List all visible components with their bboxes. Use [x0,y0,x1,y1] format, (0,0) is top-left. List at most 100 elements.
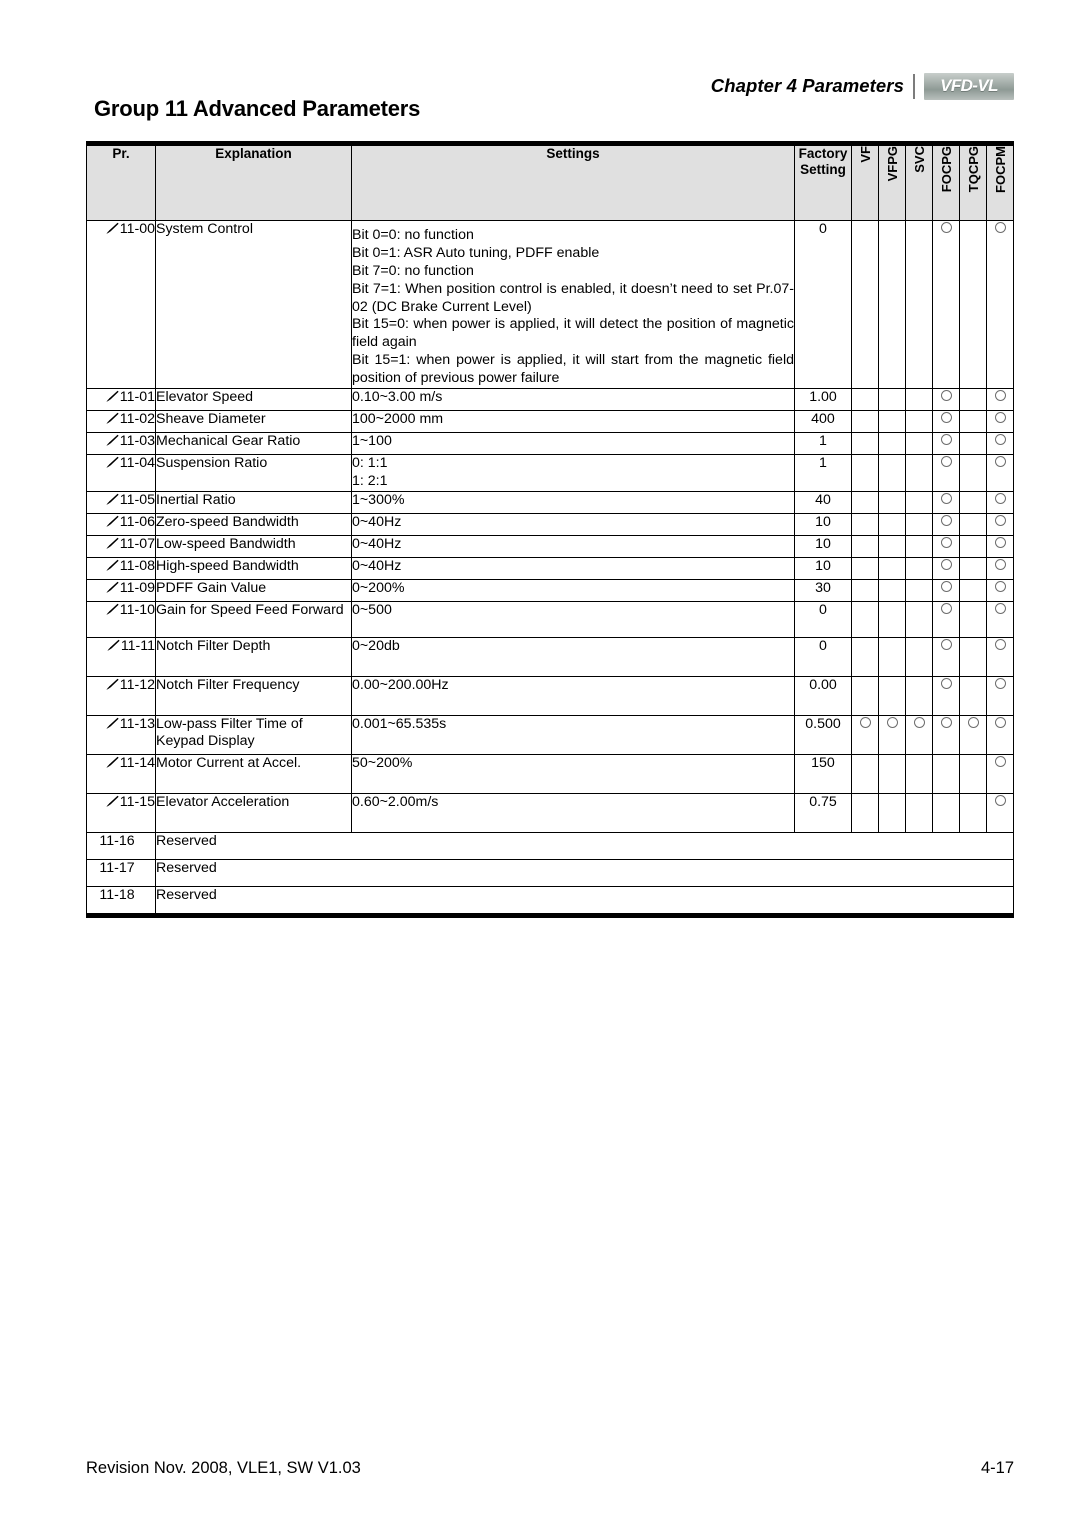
mode-cell-focpg [932,556,960,580]
mode-cell-vfpg [878,578,906,602]
pr-cell: 11-12 [86,675,156,716]
mode-cell-vfpg [878,454,906,492]
mode-cell-focpg [932,792,960,833]
mode-cell-focpg [932,534,960,558]
mode-cell-focpg [932,432,960,456]
mode-cell-svc [905,600,933,638]
pr-number: 11-05 [119,491,155,508]
mode-supported-circle [994,638,1006,650]
settings-line: 1: 2:1 [352,472,388,489]
mode-cell-focpg [932,410,960,434]
settings-cell: 0~20db [351,636,795,677]
mode-supported-circle [940,390,952,402]
table-row: 11-05 Inertial Ratio 1~300% 40 [86,490,1014,514]
factory-setting-cell: 0.00 [794,675,852,716]
settings-line: Bit 0=1: ASR Auto tuning, PDFF enable [352,244,600,261]
mode-cell-svc [905,714,933,755]
mode-cell-vf [851,534,879,558]
settings-line: 100~2000 mm [352,411,444,428]
mode-supported-circle [940,514,952,526]
mode-supported-circle [940,716,952,728]
mode-cell-focpg [932,714,960,755]
table-row: 11-12 Notch Filter Frequency 0.00~200.00Hz… [86,675,1014,716]
settings-line: 0: 1:1 [352,455,388,472]
explanation-cell: Elevator Acceleration [155,792,352,833]
mode-cell-focpg [932,219,960,390]
factory-setting-cell: 0.75 [794,792,852,833]
factory-setting-cell: 10 [794,534,852,558]
pr-cell: 11-17 [86,858,156,887]
settings-line: 0.60~2.00m/s [352,793,439,810]
pr-number: 11-08 [119,557,155,574]
column-header-svc: SVC [905,145,933,221]
document-page: Chapter 4 Parameters VFD-VL Group 11 Adv… [0,0,1080,1534]
mode-cell-vfpg [878,675,906,716]
pr-cell: 11-11 [86,636,156,677]
explanation-cell: Suspension Ratio [155,454,352,492]
mode-supported-circle [994,716,1006,728]
pr-cell: 11-03 [86,432,156,456]
mode-cell-vf [851,454,879,492]
editable-pencil-icon [106,412,119,424]
editable-pencil-icon [106,537,119,549]
editable-pencil-icon [106,717,119,729]
table-row-reserved: 11-16 Reserved [86,831,1014,860]
settings-line: 1~300% [352,491,405,508]
factory-setting-cell: 400 [794,410,852,434]
pr-cell: 11-00 [86,219,156,390]
vfd-vl-logo: VFD-VL [924,72,1014,100]
explanation-cell: Inertial Ratio [155,490,352,514]
mode-cell-vf [851,636,879,677]
table-row-reserved: 11-18 Reserved [86,885,1014,914]
explanation-cell: PDFF Gain Value [155,578,352,602]
mode-cell-tqcpg [959,578,987,602]
pr-cell: 11-10 [86,600,156,638]
pr-number: 11-12 [119,676,155,693]
mode-cell-focpm [986,675,1014,716]
mode-cell-focpg [932,388,960,412]
pr-number: 11-03 [119,433,155,450]
pr-cell: 11-13 [86,714,156,755]
settings-cell: 1~100 [351,432,795,456]
settings-line: Bit 0=0: no function [352,227,474,243]
explanation-cell: Low-speed Bandwidth [155,534,352,558]
mode-cell-vfpg [878,432,906,456]
mode-supported-circle [994,580,1006,592]
chapter-label: Chapter 4 Parameters [710,75,904,96]
explanation-cell: Motor Current at Accel. [155,753,352,794]
mode-supported-circle [940,492,952,504]
mode-cell-focpm [986,454,1014,492]
mode-label-focpg: FOCPG [938,146,954,193]
factory-setting-cell: 150 [794,753,852,794]
mode-cell-focpg [932,454,960,492]
header-divider [913,73,915,99]
table-row: 11-01 Elevator Speed 0.10~3.00 m/s 1.00 [86,388,1014,412]
mode-cell-vf [851,410,879,434]
mode-cell-svc [905,454,933,492]
mode-cell-focpg [932,578,960,602]
editable-pencil-icon [106,222,119,234]
pr-cell: 11-05 [86,490,156,514]
mode-cell-focpm [986,410,1014,434]
mode-cell-svc [905,432,933,456]
settings-line: 1~100 [352,433,392,450]
pr-cell: 11-15 [86,792,156,833]
mode-cell-vfpg [878,556,906,580]
mode-cell-tqcpg [959,432,987,456]
reserved-label-cell: Reserved [155,858,1014,887]
column-header-settings: Settings [351,145,795,221]
mode-supported-circle [940,456,952,468]
mode-cell-vf [851,792,879,833]
pr-cell: 11-02 [86,410,156,434]
settings-line: 0~20db [352,637,400,654]
mode-cell-vfpg [878,714,906,755]
pr-cell: 11-07 [86,534,156,558]
mode-cell-focpm [986,792,1014,833]
column-header-focpm: FOCPM [986,145,1014,221]
editable-pencil-icon [106,795,119,807]
factory-setting-cell: 30 [794,578,852,602]
pr-number: 11-11 [120,637,155,654]
pr-number: 11-14 [119,754,155,771]
pr-cell: 11-09 [86,578,156,602]
explanation-cell: Notch Filter Depth [155,636,352,677]
